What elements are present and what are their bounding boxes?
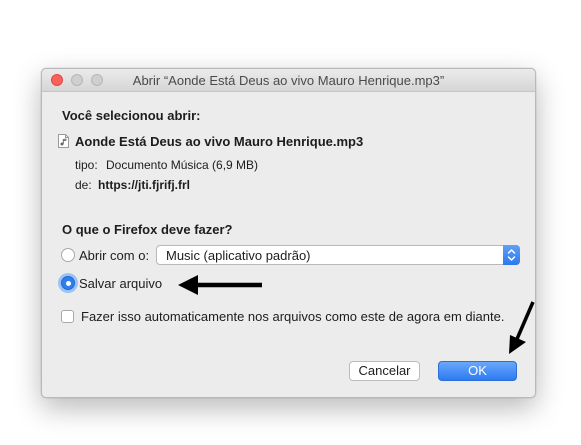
open-with-label[interactable]: Abrir com o: [79,248,149,263]
application-select[interactable]: Music (aplicativo padrão) [156,245,520,265]
type-value: Documento Música (6,9 MB) [106,158,259,172]
open-with-radio[interactable] [61,248,75,262]
save-file-label[interactable]: Salvar arquivo [79,276,162,291]
file-name: Aonde Está Deus ao vivo Mauro Henrique.m… [75,134,364,149]
ok-button[interactable]: OK [438,361,517,381]
cancel-button[interactable]: Cancelar [349,361,420,381]
arrow-pointer-ok [509,301,535,354]
audio-file-icon [58,134,69,148]
source-url: https://jti.fjrifj.frl [98,178,190,192]
type-label: tipo: [75,158,98,172]
dialog-heading: Você selecionou abrir: [62,108,201,123]
save-file-radio[interactable] [61,276,75,290]
select-stepper-icon [503,245,520,265]
open-file-dialog: Abrir “Aonde Está Deus ao vivo Mauro Hen… [41,68,536,398]
source-label: de: [75,178,92,192]
action-question: O que o Firefox deve fazer? [62,222,233,237]
arrow-pointer-save [178,275,262,295]
title-bar[interactable]: Abrir “Aonde Está Deus ao vivo Mauro Hen… [42,69,535,92]
application-select-value: Music (aplicativo padrão) [166,248,311,263]
auto-action-checkbox[interactable] [61,310,74,323]
auto-action-label[interactable]: Fazer isso automaticamente nos arquivos … [81,309,504,324]
window-title: Abrir “Aonde Está Deus ao vivo Mauro Hen… [132,73,445,88]
